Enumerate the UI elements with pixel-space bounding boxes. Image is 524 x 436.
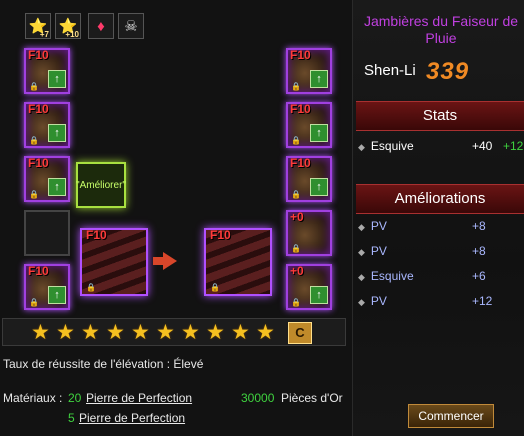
upgrade-row: ◆ PV	[358, 219, 387, 233]
slot-level: F10	[28, 102, 49, 116]
icon-badge: +10	[65, 30, 79, 39]
stats-header: Stats	[356, 101, 524, 131]
item-title: Jambières du Faiseur de Pluie	[363, 13, 519, 46]
upgrade-arrow-icon: ↑	[48, 286, 66, 304]
upgrade-arrow-icon: ↑	[310, 70, 328, 88]
item-level: F10	[210, 228, 231, 242]
lock-icon: 🔒	[291, 190, 301, 199]
star-icon: ★	[181, 321, 200, 344]
ameliorer-label: "Améliorer"	[76, 179, 126, 191]
character-name: Shen-Li	[364, 62, 416, 79]
lock-icon: 🔒	[29, 136, 39, 145]
gold-qty: 30000	[241, 391, 275, 405]
stat-value: +40	[472, 139, 493, 153]
star-icon: ★	[106, 321, 125, 344]
icon-badge: +7	[39, 30, 49, 39]
slot-level: F10	[28, 264, 49, 278]
star-icon: ★	[81, 321, 100, 344]
lock-icon: 🔒	[291, 82, 301, 91]
lock-icon: 🔒	[29, 298, 39, 307]
materials-label: Matériaux :	[3, 391, 63, 405]
equipment-slot[interactable]: F10 ↑ 🔒	[286, 102, 332, 148]
upgrade-arrow-icon: ↑	[310, 178, 328, 196]
equipment-slot[interactable]: F10 ↑ 🔒	[24, 102, 70, 148]
slot-level: F10	[28, 156, 49, 170]
star-icon: ★	[206, 321, 225, 344]
slot-level: F10	[290, 48, 311, 62]
arrow-right-icon	[153, 252, 177, 270]
slot-level: F10	[290, 102, 311, 116]
upgrade-arrow-icon: ↑	[48, 178, 66, 196]
lock-icon: 🔒	[291, 298, 301, 307]
upgrade-arrow-icon: ↑	[48, 124, 66, 142]
equipment-slot[interactable]: F10 ↑ 🔒	[286, 156, 332, 202]
material-link[interactable]: Pierre de Perfection	[79, 411, 185, 425]
equipment-slot[interactable]: +0 ↑ 🔒	[286, 264, 332, 310]
upgrade-row: ◆ PV	[358, 294, 387, 308]
gem-icon[interactable]: ♦	[88, 13, 114, 39]
upgrade-row: ◆ PV	[358, 244, 387, 258]
ameliorer-slot[interactable]: "Améliorer"	[76, 162, 126, 208]
lock-icon: 🔒	[86, 283, 96, 292]
lock-icon: 🔒	[29, 190, 39, 199]
slot-level: +0	[290, 264, 304, 278]
skull-icon[interactable]: ☠	[118, 13, 144, 39]
equipment-slot-empty[interactable]	[24, 210, 70, 256]
upgrade-arrow-icon: ↑	[48, 70, 66, 88]
equipment-slot[interactable]: F10 ↑ 🔒	[24, 156, 70, 202]
star-icon: ★	[31, 321, 50, 344]
star-icon: ★	[131, 321, 150, 344]
upgrade-row: ◆ Esquive	[358, 269, 414, 283]
diamond-icon: ◆	[358, 297, 365, 307]
stat-bonus: +12	[503, 139, 524, 153]
upgrade-name: PV	[370, 219, 387, 233]
reset-button[interactable]: C	[288, 322, 312, 344]
lock-icon: 🔒	[210, 283, 220, 292]
equipment-slot[interactable]: F10 ↑ 🔒	[286, 48, 332, 94]
lock-icon: 🔒	[291, 244, 301, 253]
stat-name: Esquive	[370, 139, 414, 153]
lock-icon: 🔒	[29, 82, 39, 91]
source-item-slot[interactable]: F10 🔒	[80, 228, 148, 296]
start-button[interactable]: Commencer	[408, 404, 494, 428]
gold-label: Pièces d'Or	[281, 391, 343, 405]
target-item-slot[interactable]: F10 🔒	[204, 228, 272, 296]
slot-level: +0	[290, 210, 304, 224]
upgrade-arrow-icon: ↑	[310, 124, 328, 142]
star-icon: ★	[256, 321, 275, 344]
upgrade-name: PV	[370, 294, 387, 308]
star-icon[interactable]: ⭐ +7	[25, 13, 51, 39]
upgrade-value: +8	[472, 244, 486, 258]
slot-level: F10	[28, 48, 49, 62]
diamond-icon: ◆	[358, 272, 365, 282]
material-qty: 20	[68, 391, 82, 405]
upgrade-value: +8	[472, 219, 486, 233]
power-value: 339	[426, 58, 470, 85]
star-icon: ★	[56, 321, 75, 344]
star-icon[interactable]: ⭐ +10	[55, 13, 81, 39]
material-qty: 5	[68, 411, 75, 425]
slot-level: F10	[290, 156, 311, 170]
stat-row: ◆ Esquive	[358, 139, 414, 153]
equipment-slot[interactable]: F10 ↑ 🔒	[24, 48, 70, 94]
item-level: F10	[86, 228, 107, 242]
material-link[interactable]: Pierre de Perfection	[86, 391, 192, 405]
upgrades-header: Améliorations	[356, 184, 524, 214]
lock-icon: 🔒	[291, 136, 301, 145]
upgrade-name: PV	[370, 244, 387, 258]
success-rate-text: Taux de réussite de l'élévation : Élevé	[3, 357, 204, 371]
equipment-slot[interactable]: F10 ↑ 🔒	[24, 264, 70, 310]
star-icon: ★	[231, 321, 250, 344]
upgrade-value: +12	[472, 294, 493, 308]
diamond-icon: ◆	[358, 142, 365, 152]
diamond-icon: ◆	[358, 247, 365, 257]
upgrade-arrow-icon: ↑	[310, 286, 328, 304]
equipment-slot[interactable]: +0 🔒	[286, 210, 332, 256]
upgrade-name: Esquive	[370, 269, 414, 283]
upgrade-value: +6	[472, 269, 486, 283]
star-icon: ★	[156, 321, 175, 344]
diamond-icon: ◆	[358, 222, 365, 232]
